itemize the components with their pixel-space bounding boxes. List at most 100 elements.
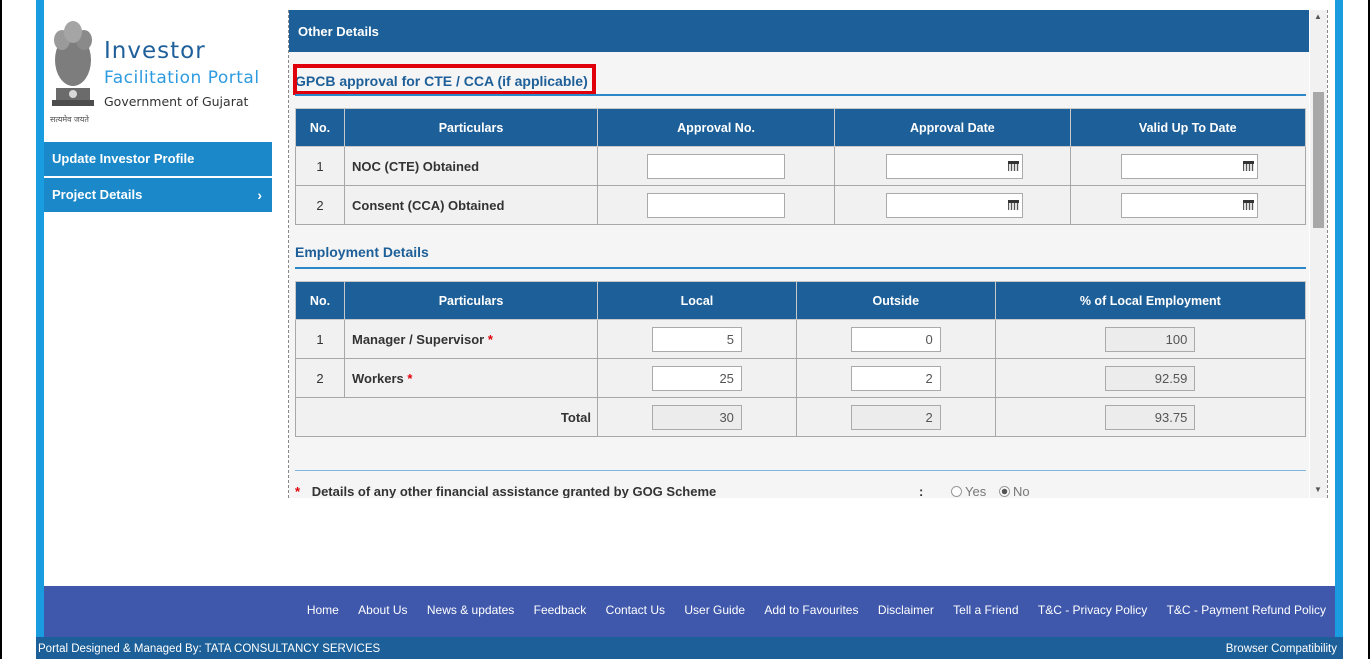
sidebar-item-update-investor-profile[interactable]: Update Investor Profile xyxy=(44,142,272,176)
pct-cell: 93.75 xyxy=(994,397,1307,437)
section-divider xyxy=(295,470,1306,471)
radio-yes[interactable]: Yes xyxy=(951,484,986,498)
column-header-particulars: Particulars xyxy=(344,281,598,320)
footer-link-payment-refund-policy[interactable]: T&C - Payment Refund Policy xyxy=(1167,603,1326,617)
pct-cell: 92.59 xyxy=(994,358,1307,398)
footer-bottom-bar: Portal Designed & Managed By: TATA CONSU… xyxy=(36,637,1343,659)
gpcb-table: No. Particulars Approval No. Approval Da… xyxy=(295,108,1307,225)
local-cell: 5 xyxy=(597,319,797,359)
row-label: NOC (CTE) Obtained xyxy=(344,146,598,186)
sidebar-item-label: Project Details xyxy=(52,187,143,202)
total-local-readonly: 30 xyxy=(651,404,742,430)
radio-no[interactable]: No xyxy=(999,484,1030,498)
local-cell: 25 xyxy=(597,358,797,398)
page: Investor Facilitation Portal Government … xyxy=(0,0,1370,659)
approval-date-cell xyxy=(834,146,1071,186)
page-border-left xyxy=(36,0,44,659)
row-label: Manager / Supervisor xyxy=(352,331,485,347)
valid-date-cell xyxy=(1069,185,1307,225)
noc-valid-date-input[interactable] xyxy=(1121,153,1259,179)
required-marker: * xyxy=(407,370,413,386)
radio-checked-icon xyxy=(999,486,1010,497)
scrollbar-thumb[interactable] xyxy=(1313,92,1324,228)
colon-separator: : xyxy=(919,484,924,498)
sidebar-item-project-details[interactable]: Project Details › xyxy=(44,178,272,212)
manager-outside-input[interactable]: 0 xyxy=(850,326,941,352)
calendar-icon[interactable] xyxy=(1243,200,1255,210)
noc-approval-no-input[interactable] xyxy=(647,153,786,179)
footer-links: Home About Us News & updates Feedback Co… xyxy=(291,603,1326,617)
approval-no-cell xyxy=(596,185,836,225)
logo-title-portal: Facilitation Portal xyxy=(104,68,260,88)
column-header-no: No. xyxy=(295,108,345,147)
row-number: 2 xyxy=(295,358,345,398)
manager-pct-readonly: 100 xyxy=(1105,326,1196,352)
sidebar-item-label: Update Investor Profile xyxy=(52,151,195,166)
footer-link-news-updates[interactable]: News & updates xyxy=(427,603,514,617)
browser-compatibility-link[interactable]: Browser Compatibility xyxy=(1226,637,1337,661)
table-header-row: No. Particulars Local Outside % of Local… xyxy=(295,281,1307,320)
footer-link-home[interactable]: Home xyxy=(307,603,339,617)
window-border-left xyxy=(0,0,2,659)
footer-link-contact-us[interactable]: Contact Us xyxy=(606,603,665,617)
outside-cell: 2 xyxy=(795,358,996,398)
other-details-scroll-area[interactable]: Other Details GPCB approval for CTE / CC… xyxy=(288,10,1328,498)
scroll-up-arrow-icon[interactable]: ▲ xyxy=(1314,12,1322,21)
outside-cell: 0 xyxy=(795,319,996,359)
chevron-right-icon: › xyxy=(257,187,262,203)
workers-outside-input[interactable]: 2 xyxy=(850,365,941,391)
footer-link-add-to-favourites[interactable]: Add to Favourites xyxy=(764,603,858,617)
row-label-cell: Manager / Supervisor * xyxy=(344,319,598,359)
row-label-cell: Workers * xyxy=(344,358,598,398)
consent-approval-date-input[interactable] xyxy=(885,192,1023,218)
column-header-local: Local xyxy=(597,281,797,320)
consent-valid-date-input[interactable] xyxy=(1121,192,1259,218)
valid-date-cell xyxy=(1069,146,1307,186)
logo-motto: सत्यमेव जयते xyxy=(50,115,89,124)
workers-pct-readonly: 92.59 xyxy=(1105,365,1196,391)
approval-no-cell xyxy=(596,146,836,186)
highlight-box xyxy=(293,64,596,95)
row-number: 1 xyxy=(295,146,345,186)
sidebar-menu: Update Investor Profile Project Details … xyxy=(44,142,272,214)
radio-unchecked-icon xyxy=(951,486,962,497)
footer-link-privacy-policy[interactable]: T&C - Privacy Policy xyxy=(1038,603,1147,617)
table-row: 1 Manager / Supervisor * 5 0 100 xyxy=(295,319,1307,359)
table-header-row: No. Particulars Approval No. Approval Da… xyxy=(295,108,1307,147)
row-label: Workers xyxy=(352,370,404,386)
table-row: 1 NOC (CTE) Obtained xyxy=(295,146,1307,186)
radio-no-label: No xyxy=(1013,484,1030,498)
column-header-no: No. xyxy=(295,281,345,320)
scroll-down-arrow-icon[interactable]: ▼ xyxy=(1314,485,1322,494)
column-header-percent-local: % of Local Employment xyxy=(994,281,1307,320)
row-label: Consent (CCA) Obtained xyxy=(344,185,598,225)
footer-link-disclaimer[interactable]: Disclaimer xyxy=(878,603,934,617)
column-header-valid-up-to-date: Valid Up To Date xyxy=(1069,108,1307,147)
total-outside-readonly: 2 xyxy=(850,404,941,430)
pct-cell: 100 xyxy=(994,319,1307,359)
row-number: 2 xyxy=(295,185,345,225)
footer-link-feedback[interactable]: Feedback xyxy=(534,603,587,617)
employment-table: No. Particulars Local Outside % of Local… xyxy=(295,281,1307,437)
financial-assistance-row: * Details of any other financial assista… xyxy=(295,484,1295,498)
manager-local-input[interactable]: 5 xyxy=(651,326,742,352)
portal-logo[interactable]: Investor Facilitation Portal Government … xyxy=(48,10,278,130)
calendar-icon[interactable] xyxy=(1007,161,1019,171)
outside-cell: 2 xyxy=(795,397,996,437)
noc-approval-date-input[interactable] xyxy=(885,153,1023,179)
column-header-approval-date: Approval Date xyxy=(834,108,1071,147)
calendar-icon[interactable] xyxy=(1007,200,1019,210)
vertical-scrollbar[interactable]: ▲ ▼ xyxy=(1310,10,1327,498)
table-total-row: Total 30 2 93.75 xyxy=(295,397,1307,437)
approval-date-cell xyxy=(834,185,1071,225)
footer-link-about-us[interactable]: About Us xyxy=(358,603,407,617)
workers-local-input[interactable]: 25 xyxy=(651,365,742,391)
calendar-icon[interactable] xyxy=(1243,161,1255,171)
footer-link-user-guide[interactable]: User Guide xyxy=(684,603,745,617)
logo-subtitle-government: Government of Gujarat xyxy=(104,94,249,109)
consent-approval-no-input[interactable] xyxy=(647,192,786,218)
total-label: Total xyxy=(295,397,598,437)
footer-link-tell-a-friend[interactable]: Tell a Friend xyxy=(953,603,1018,617)
state-emblem-icon xyxy=(52,21,94,106)
section-divider xyxy=(295,94,1306,96)
